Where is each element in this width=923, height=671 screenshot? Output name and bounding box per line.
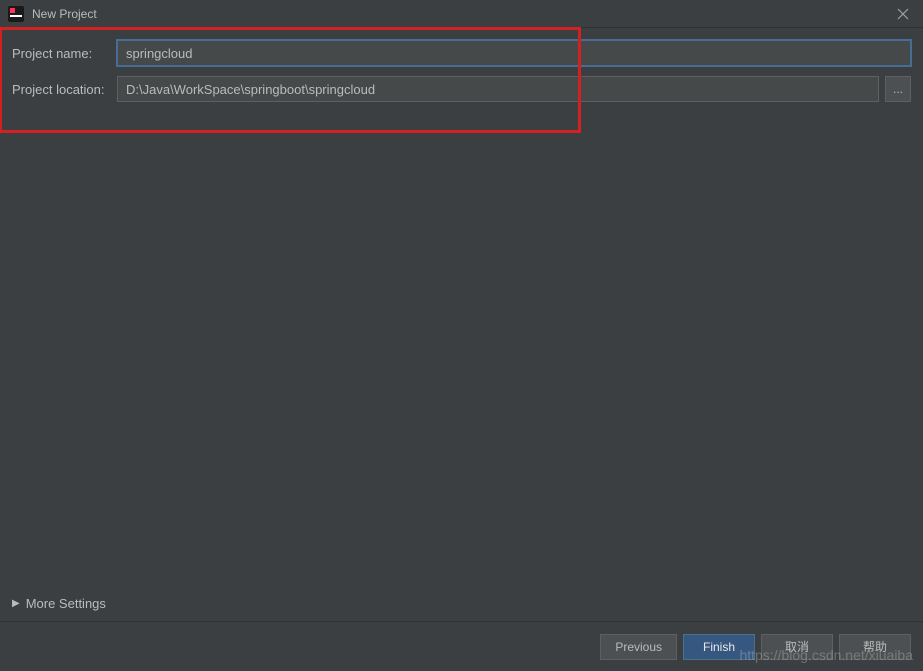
more-settings-label: More Settings — [26, 596, 106, 611]
cancel-button[interactable]: 取消 — [761, 634, 833, 660]
button-bar: Previous Finish 取消 帮助 — [0, 621, 923, 671]
project-location-input[interactable] — [117, 76, 879, 102]
project-location-row: Project location: ... — [12, 76, 911, 102]
expand-icon: ▶ — [12, 598, 20, 609]
close-button[interactable] — [893, 4, 913, 24]
project-name-input[interactable] — [117, 40, 911, 66]
dialog-content: Project name: Project location: ... ▶ Mo… — [0, 28, 923, 671]
help-button[interactable]: 帮助 — [839, 634, 911, 660]
app-icon — [8, 6, 24, 22]
previous-button[interactable]: Previous — [600, 634, 677, 660]
browse-button[interactable]: ... — [885, 76, 911, 102]
project-location-label: Project location: — [12, 82, 117, 97]
titlebar: New Project — [0, 0, 923, 28]
finish-button[interactable]: Finish — [683, 634, 755, 660]
more-settings-toggle[interactable]: ▶ More Settings — [12, 596, 106, 611]
project-name-label: Project name: — [12, 46, 117, 61]
window-title: New Project — [32, 7, 97, 21]
project-name-row: Project name: — [12, 40, 911, 66]
